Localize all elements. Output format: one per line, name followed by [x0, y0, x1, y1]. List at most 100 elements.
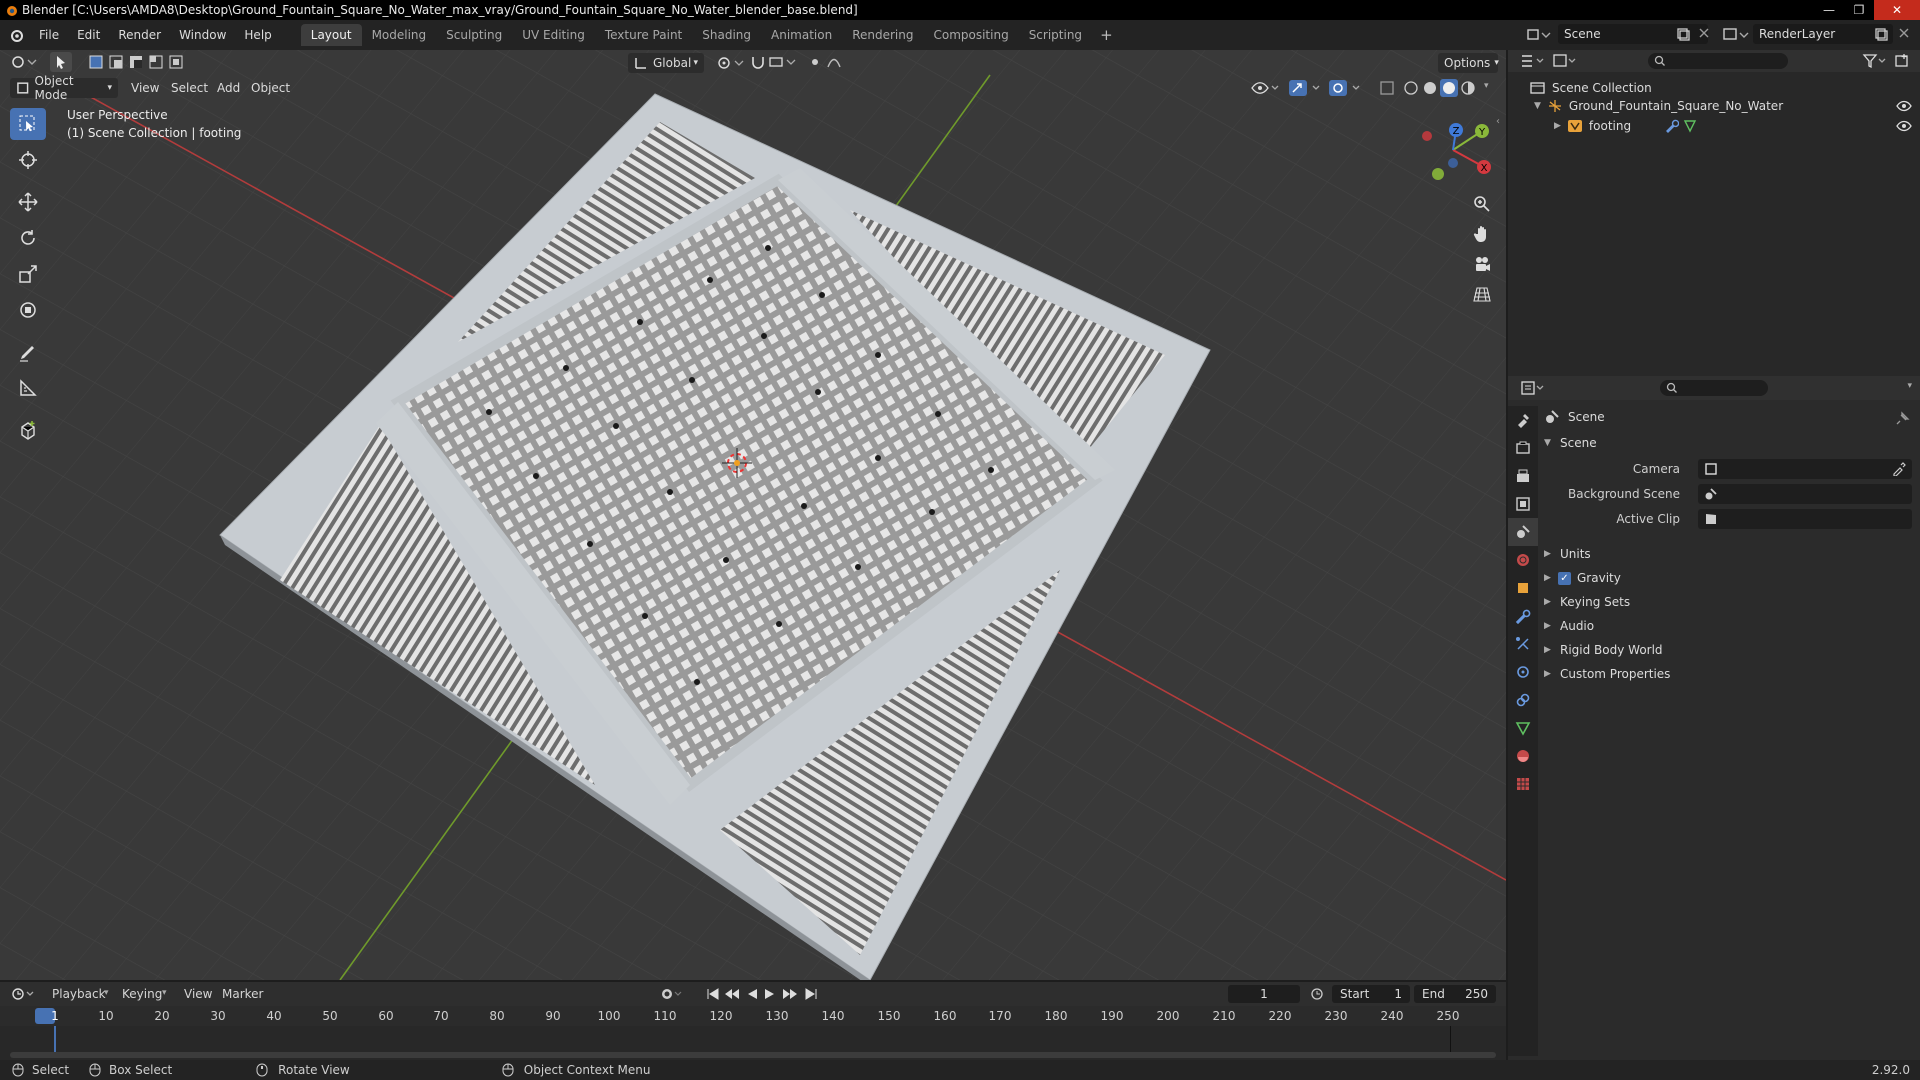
camera-view-button[interactable] — [1468, 250, 1496, 278]
select-subtract-icon[interactable] — [128, 54, 144, 70]
tab-world[interactable] — [1508, 546, 1538, 574]
gravity-checkbox[interactable]: ✓ — [1558, 571, 1571, 585]
eyedropper-icon[interactable] — [1892, 462, 1906, 476]
jump-start-icon[interactable] — [706, 988, 720, 1000]
select-invert-icon[interactable] — [148, 54, 164, 70]
play-icon[interactable] — [764, 988, 776, 1000]
editor-type-icon[interactable] — [10, 53, 40, 71]
menu-edit[interactable]: Edit — [68, 28, 109, 42]
timeline-track-area[interactable] — [0, 1026, 1506, 1060]
eye-icon[interactable] — [1896, 120, 1912, 132]
menu-select[interactable]: Select — [171, 78, 208, 98]
tab-shading[interactable]: Shading — [692, 24, 761, 46]
eye-icon[interactable] — [1896, 100, 1912, 112]
properties-search-input[interactable] — [1660, 380, 1768, 396]
shading-rendered-icon[interactable] — [1459, 79, 1477, 97]
display-mode-icon[interactable] — [1552, 53, 1580, 69]
menu-window[interactable]: Window — [170, 28, 235, 42]
outliner-item[interactable]: ▶ footing — [1508, 116, 1920, 136]
add-workspace-button[interactable]: + — [1092, 26, 1121, 44]
minimize-icon[interactable]: — — [1814, 0, 1844, 20]
options-dropdown[interactable]: Options ▾ — [1438, 53, 1499, 73]
pivot-point-icon[interactable] — [716, 55, 746, 71]
tab-scripting[interactable]: Scripting — [1019, 24, 1092, 46]
mesh-data-icon[interactable] — [1683, 119, 1697, 133]
tab-texture-paint[interactable]: Texture Paint — [595, 24, 692, 46]
rotate-tool[interactable] — [10, 222, 46, 254]
select-intersect-icon[interactable] — [168, 54, 184, 70]
visibility-icon[interactable] — [1250, 80, 1280, 96]
outliner-search-input[interactable] — [1648, 53, 1788, 69]
annotate-tool[interactable] — [10, 336, 46, 368]
tab-modifiers[interactable] — [1508, 602, 1538, 630]
timeline-editor-type-icon[interactable] — [10, 986, 38, 1002]
camera-field[interactable] — [1698, 459, 1912, 479]
menu-render[interactable]: Render — [109, 28, 170, 42]
outliner-item[interactable]: ▼ Ground_Fountain_Square_No_Water — [1508, 96, 1920, 116]
properties-editor-type-icon[interactable] — [1520, 380, 1548, 396]
new-scene-icon[interactable] — [1676, 27, 1690, 41]
collapse-sidebar-icon[interactable]: ‹ — [1496, 116, 1500, 127]
snap-icon[interactable] — [750, 54, 798, 70]
auto-keying-icon[interactable] — [660, 987, 686, 1001]
xray-icon[interactable] — [1378, 79, 1396, 97]
tab-compositing[interactable]: Compositing — [923, 24, 1018, 46]
menu-file[interactable]: File — [30, 28, 68, 42]
tab-uv-editing[interactable]: UV Editing — [512, 24, 595, 46]
tab-rendering[interactable]: Rendering — [842, 24, 923, 46]
filter-icon[interactable] — [1862, 53, 1888, 69]
custom-properties-section[interactable]: ▶ Custom Properties — [1544, 663, 1914, 685]
tab-data[interactable] — [1508, 714, 1538, 742]
pin-icon[interactable] — [1896, 411, 1910, 425]
blender-menu-icon[interactable] — [0, 26, 30, 44]
tab-sculpting[interactable]: Sculpting — [436, 24, 512, 46]
shading-solid-icon[interactable] — [1421, 79, 1439, 97]
jump-keyframe-forward-icon[interactable] — [782, 988, 798, 1000]
render-layer-icon[interactable] — [1722, 26, 1750, 44]
background-scene-field[interactable] — [1698, 484, 1912, 504]
timeline-ruler[interactable]: 1 10 20 30 40 50 60 70 80 90 100 110 120… — [0, 1006, 1506, 1026]
move-tool[interactable] — [10, 186, 46, 218]
menu-object[interactable]: Object — [251, 78, 290, 98]
transform-orientation-dropdown[interactable]: Global ▾ — [628, 53, 704, 73]
jump-keyframe-back-icon[interactable] — [724, 988, 740, 1000]
outliner-editor-type-icon[interactable] — [1520, 53, 1548, 69]
start-frame-field[interactable]: Start 1 — [1332, 985, 1410, 1003]
shading-material-icon[interactable] — [1440, 79, 1458, 97]
active-clip-field[interactable] — [1698, 509, 1912, 529]
outliner-scene-collection[interactable]: Scene Collection — [1508, 78, 1920, 98]
tab-layout[interactable]: Layout — [300, 24, 362, 46]
select-tool-button[interactable] — [50, 52, 72, 72]
end-frame-field[interactable]: End 250 — [1414, 985, 1496, 1003]
tab-material[interactable] — [1508, 742, 1538, 770]
tab-constraints[interactable] — [1508, 686, 1538, 714]
transform-tool[interactable] — [10, 294, 46, 326]
scene-panel-header[interactable]: ▼ Scene — [1544, 432, 1914, 454]
restore-icon[interactable]: ❐ — [1844, 0, 1874, 20]
proportional-edit-icon[interactable] — [808, 54, 848, 70]
tab-modeling[interactable]: Modeling — [362, 24, 437, 46]
preview-range-icon[interactable] — [1310, 987, 1326, 1001]
mode-dropdown[interactable]: Object Mode ▾ — [10, 74, 118, 102]
delete-scene-icon[interactable] — [1698, 27, 1710, 39]
select-extend-icon[interactable] — [108, 54, 124, 70]
tab-object[interactable] — [1508, 574, 1538, 602]
delete-render-layer-icon[interactable] — [1898, 27, 1910, 39]
expand-arrow-icon[interactable]: ▼ — [1534, 101, 1541, 111]
menu-playback[interactable]: Playback — [52, 987, 106, 1001]
menu-help[interactable]: Help — [235, 28, 280, 42]
menu-keying[interactable]: Keying — [122, 987, 162, 1001]
new-render-layer-icon[interactable] — [1874, 27, 1888, 41]
new-collection-icon[interactable] — [1894, 53, 1910, 69]
rigid-body-world-section[interactable]: ▶ Rigid Body World — [1544, 639, 1914, 661]
menu-add[interactable]: Add — [217, 78, 240, 98]
selection-mode-group[interactable] — [88, 52, 184, 72]
scene-icon[interactable] — [1526, 26, 1552, 44]
perspective-toggle-button[interactable] — [1468, 280, 1496, 308]
audio-section[interactable]: ▶ Audio — [1544, 615, 1914, 637]
units-section[interactable]: ▶ Units — [1544, 543, 1914, 565]
cursor-tool[interactable] — [10, 144, 46, 176]
modifier-wrench-icon[interactable] — [1665, 119, 1680, 133]
gizmo-toggle-icon[interactable] — [1288, 79, 1322, 97]
gravity-section[interactable]: ▶ ✓ Gravity — [1544, 567, 1914, 589]
